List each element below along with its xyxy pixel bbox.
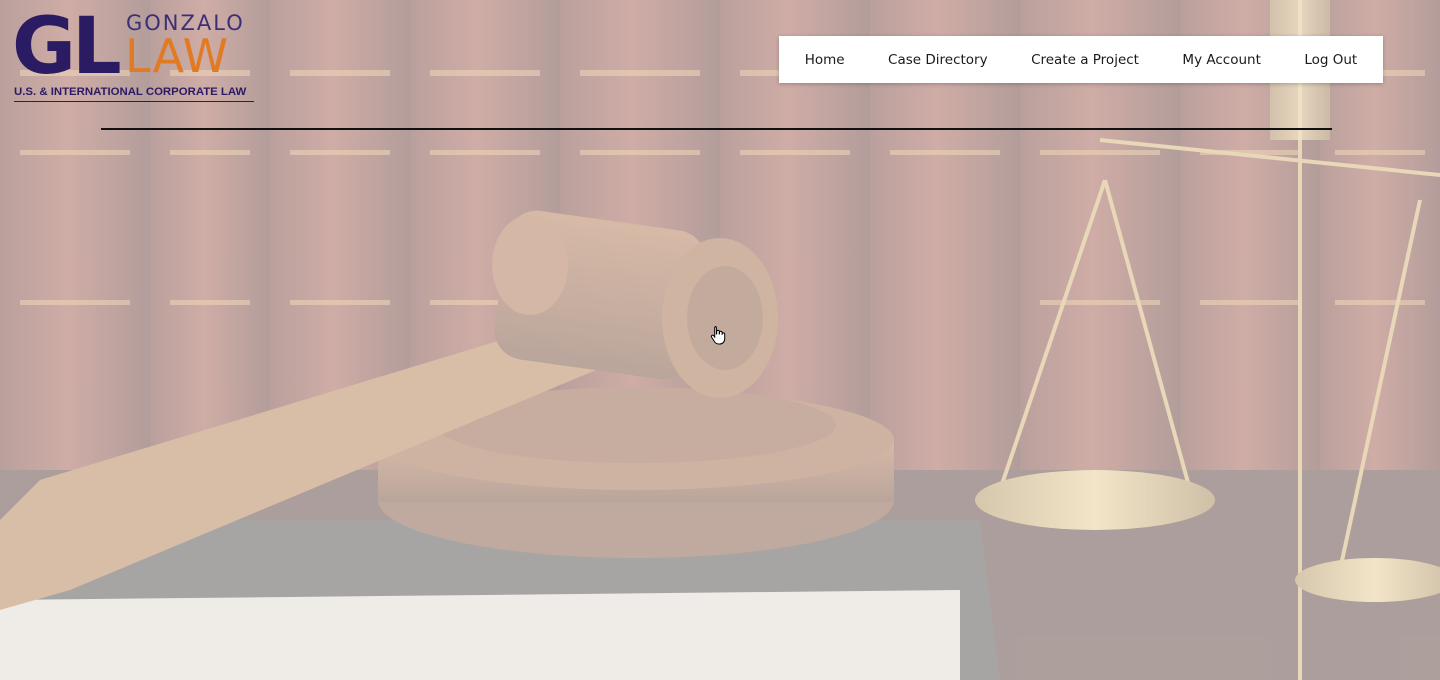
page: GL GONZALO LAW U.S. & INTERNATIONAL CORP… <box>0 0 1440 680</box>
hand-pointer-icon <box>710 326 726 345</box>
main-nav: Home Case Directory Create a Project My … <box>779 36 1383 83</box>
logo-tagline: U.S. & INTERNATIONAL CORPORATE LAW <box>14 86 254 102</box>
nav-item-case-directory[interactable]: Case Directory <box>886 48 990 72</box>
nav-item-home[interactable]: Home <box>803 48 847 72</box>
header-divider <box>101 128 1332 130</box>
logo-name-bottom: LAW <box>125 29 230 83</box>
nav-item-log-out[interactable]: Log Out <box>1302 48 1359 72</box>
brand-logo[interactable]: GL GONZALO LAW U.S. & INTERNATIONAL CORP… <box>12 8 256 104</box>
logo-monogram: GL <box>12 2 122 92</box>
nav-item-create-project[interactable]: Create a Project <box>1029 48 1141 72</box>
nav-item-my-account[interactable]: My Account <box>1180 48 1262 72</box>
